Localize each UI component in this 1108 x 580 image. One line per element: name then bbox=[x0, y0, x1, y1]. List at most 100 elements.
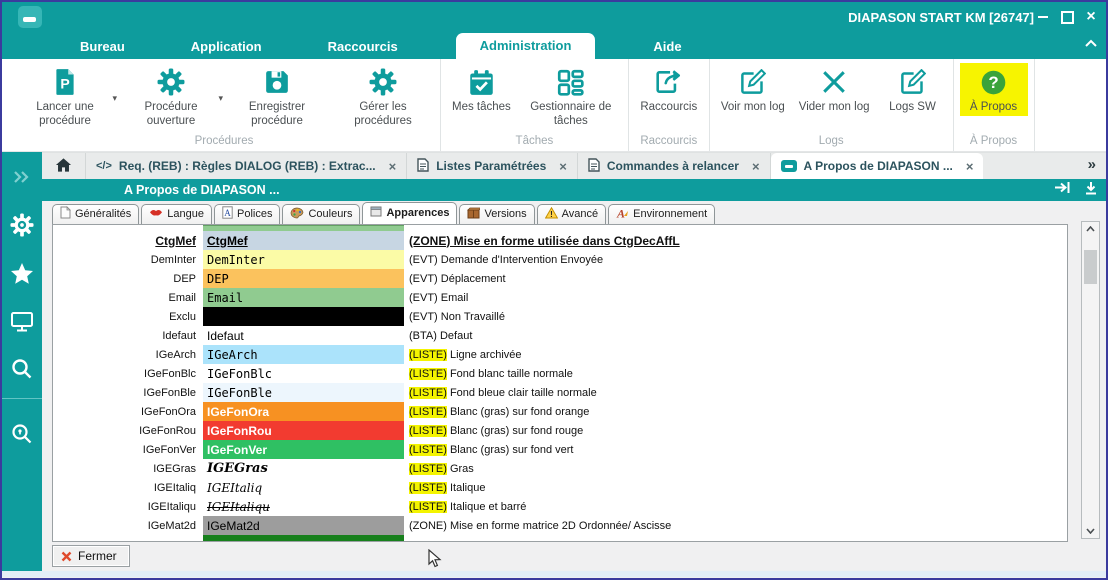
edit-icon bbox=[899, 66, 926, 98]
sidebar-star-icon[interactable] bbox=[2, 260, 42, 286]
description-tag: (LISTE) bbox=[409, 463, 447, 475]
table-row[interactable]: IGEItaliquIGEItaliqu(LISTE) Italique et … bbox=[53, 497, 1067, 516]
table-row[interactable]: IGEGrasIGEGras(LISTE) Gras bbox=[53, 459, 1067, 478]
close-tab-icon[interactable]: × bbox=[966, 159, 974, 174]
menu-tab-aide[interactable]: Aide bbox=[645, 39, 689, 54]
description-tag: (LISTE) bbox=[409, 444, 447, 456]
table-row[interactable]: IGeFonRouIGeFonRou(LISTE) Blanc (gras) s… bbox=[53, 421, 1067, 440]
ribbon-item[interactable]: Gérer les procédures bbox=[332, 63, 434, 129]
table-row[interactable]: IGeFonVerIGeFonVer(LISTE) Blanc (gras) s… bbox=[53, 440, 1067, 459]
document-tab-label: A Propos de DIAPASON ... bbox=[804, 159, 953, 173]
cell-name: IGeArch bbox=[53, 349, 203, 361]
document-tab[interactable]: </>Req. (REB) : Règles DIALOG (REB) : Ex… bbox=[86, 153, 407, 179]
settings-tab-polices[interactable]: APolices bbox=[214, 204, 280, 224]
settings-tab-label: Langue bbox=[167, 208, 204, 220]
grid-icon bbox=[557, 66, 584, 98]
cell-description: (LISTE) Blanc (gras) sur fond vert bbox=[404, 444, 573, 456]
close-tab-icon[interactable]: × bbox=[752, 159, 760, 174]
settings-tab-versions[interactable]: Versions bbox=[459, 204, 534, 224]
ribbon-item[interactable]: Vider mon log bbox=[794, 63, 875, 116]
close-tab-icon[interactable]: × bbox=[389, 159, 397, 174]
table-row[interactable]: IGEItaliqIGEItaliq(LISTE) Italique bbox=[53, 478, 1067, 497]
scroll-down-arrow[interactable] bbox=[1082, 524, 1099, 538]
svg-text:A: A bbox=[616, 207, 625, 219]
ribbon-item[interactable]: Voir mon log bbox=[716, 63, 790, 116]
vertical-scrollbar[interactable] bbox=[1081, 221, 1100, 539]
table-row[interactable]: IdefautIdefaut(BTA) Defaut bbox=[53, 326, 1067, 345]
ribbon-item[interactable]: ?À Propos bbox=[960, 63, 1028, 116]
sidebar-search-pin-icon[interactable] bbox=[2, 421, 42, 447]
close-button[interactable]: × bbox=[1082, 8, 1100, 26]
cell-preview: IGEGras bbox=[203, 459, 404, 478]
ribbon-item[interactable]: Logs SW bbox=[879, 63, 947, 116]
close-icon: × bbox=[1086, 9, 1095, 25]
red-x-icon bbox=[61, 551, 72, 562]
minimize-button[interactable] bbox=[1034, 8, 1052, 26]
table-row[interactable]: IGeArchIGeArch(LISTE) Ligne archivée bbox=[53, 345, 1067, 364]
close-panel-button[interactable]: Fermer bbox=[52, 545, 130, 567]
scroll-up-arrow[interactable] bbox=[1082, 222, 1099, 236]
description-text: Email bbox=[438, 292, 469, 304]
tab-overflow-button[interactable]: » bbox=[1088, 156, 1096, 173]
settings-tab-couleurs[interactable]: Couleurs bbox=[282, 204, 360, 224]
table-row[interactable]: DEPDEP(EVT) Déplacement bbox=[53, 269, 1067, 288]
document-tab[interactable]: Listes Paramétrées × bbox=[407, 153, 578, 179]
settings-tab-langue[interactable]: Langue bbox=[141, 204, 212, 224]
download-icon[interactable] bbox=[1084, 181, 1098, 200]
cell-name: IGeFonOra bbox=[53, 406, 203, 418]
description-tag: (ZONE) bbox=[409, 520, 447, 532]
description-text: Fond bleue clair taille normale bbox=[447, 387, 597, 399]
sidebar-gear-wheel-icon[interactable] bbox=[2, 212, 42, 238]
close-tab-icon[interactable]: × bbox=[559, 159, 567, 174]
description-tag: (EVT) bbox=[409, 273, 438, 285]
menu-tab-application[interactable]: Application bbox=[183, 39, 270, 54]
maximize-button[interactable] bbox=[1058, 8, 1076, 26]
cell-name: IGeFonVer bbox=[53, 444, 203, 456]
document-tab[interactable]: Commandes à relancer× bbox=[578, 153, 771, 179]
settings-tab-environnement[interactable]: AEnvironnement bbox=[608, 204, 715, 224]
table-row[interactable]: EmailEmail(EVT) Email bbox=[53, 288, 1067, 307]
partial-row-below bbox=[203, 535, 404, 541]
menu-tab-administration[interactable]: Administration bbox=[456, 33, 596, 59]
ribbon-item[interactable]: Enregistrer procédure bbox=[226, 63, 328, 129]
table-row[interactable]: ExcluExclu(EVT) Non Travaillé bbox=[53, 307, 1067, 326]
ribbon-group-label: Tâches bbox=[447, 134, 622, 149]
ribbon-item[interactable]: P▾Lancer une procédure bbox=[14, 63, 116, 129]
table-row[interactable]: IGeMat2dIGeMat2d(ZONE) Mise en forme mat… bbox=[53, 516, 1067, 535]
sidebar-monitor-icon[interactable] bbox=[2, 308, 42, 334]
menu-tab-bureau[interactable]: Bureau bbox=[72, 39, 133, 54]
cell-description: (LISTE) Ligne archivée bbox=[404, 349, 522, 361]
dropdown-caret-icon[interactable]: ▾ bbox=[218, 93, 223, 104]
cell-preview: DemInter bbox=[203, 250, 404, 269]
document-tab-label: Listes Paramétrées bbox=[436, 159, 546, 173]
sidebar-double-chevron-right-icon[interactable] bbox=[2, 164, 42, 190]
app-logo-icon[interactable] bbox=[18, 6, 42, 28]
table-row[interactable]: IGeFonBlcIGeFonBlc(LISTE) Fond blanc tai… bbox=[53, 364, 1067, 383]
ribbon-item[interactable]: Raccourcis bbox=[635, 63, 703, 116]
table-row[interactable]: IGeFonOraIGeFonOra(LISTE) Blanc (gras) s… bbox=[53, 402, 1067, 421]
sidebar-search-icon[interactable] bbox=[2, 356, 42, 382]
description-tag: (LISTE) bbox=[409, 387, 447, 399]
goto-end-icon[interactable] bbox=[1054, 181, 1072, 199]
window-icon bbox=[370, 206, 382, 220]
ribbon-group-label: Logs bbox=[716, 134, 947, 149]
scrollbar-thumb[interactable] bbox=[1084, 250, 1097, 284]
document-tab[interactable]: A Propos de DIAPASON ... × bbox=[771, 153, 984, 179]
dropdown-caret-icon[interactable]: ▾ bbox=[112, 93, 117, 104]
description-tag: (LISTE) bbox=[409, 368, 447, 380]
settings-tab-avancé[interactable]: !Avancé bbox=[537, 204, 607, 224]
left-sidebar bbox=[2, 152, 42, 571]
table-row[interactable]: IGeFonBleIGeFonBle(LISTE) Fond bleue cla… bbox=[53, 383, 1067, 402]
home-tab[interactable] bbox=[42, 153, 86, 179]
settings-tab-généralités[interactable]: Généralités bbox=[52, 204, 139, 224]
table-row[interactable]: DemInterDemInter(EVT) Demande d'Interven… bbox=[53, 250, 1067, 269]
description-tag: (EVT) bbox=[409, 254, 438, 266]
ribbon-item[interactable]: Mes tâches bbox=[447, 63, 516, 116]
document-tab-label: Req. (REB) : Règles DIALOG (REB) : Extra… bbox=[119, 159, 376, 173]
ribbon-item[interactable]: Gestionnaire de tâches bbox=[520, 63, 622, 129]
window-title: DIAPASON START KM [26747] bbox=[848, 10, 1034, 25]
ribbon-item[interactable]: ▾Procédure ouverture bbox=[120, 63, 222, 129]
settings-tab-apparences[interactable]: Apparences bbox=[362, 202, 457, 224]
menu-tab-raccourcis[interactable]: Raccourcis bbox=[320, 39, 406, 54]
collapse-ribbon-button[interactable] bbox=[1084, 36, 1098, 54]
